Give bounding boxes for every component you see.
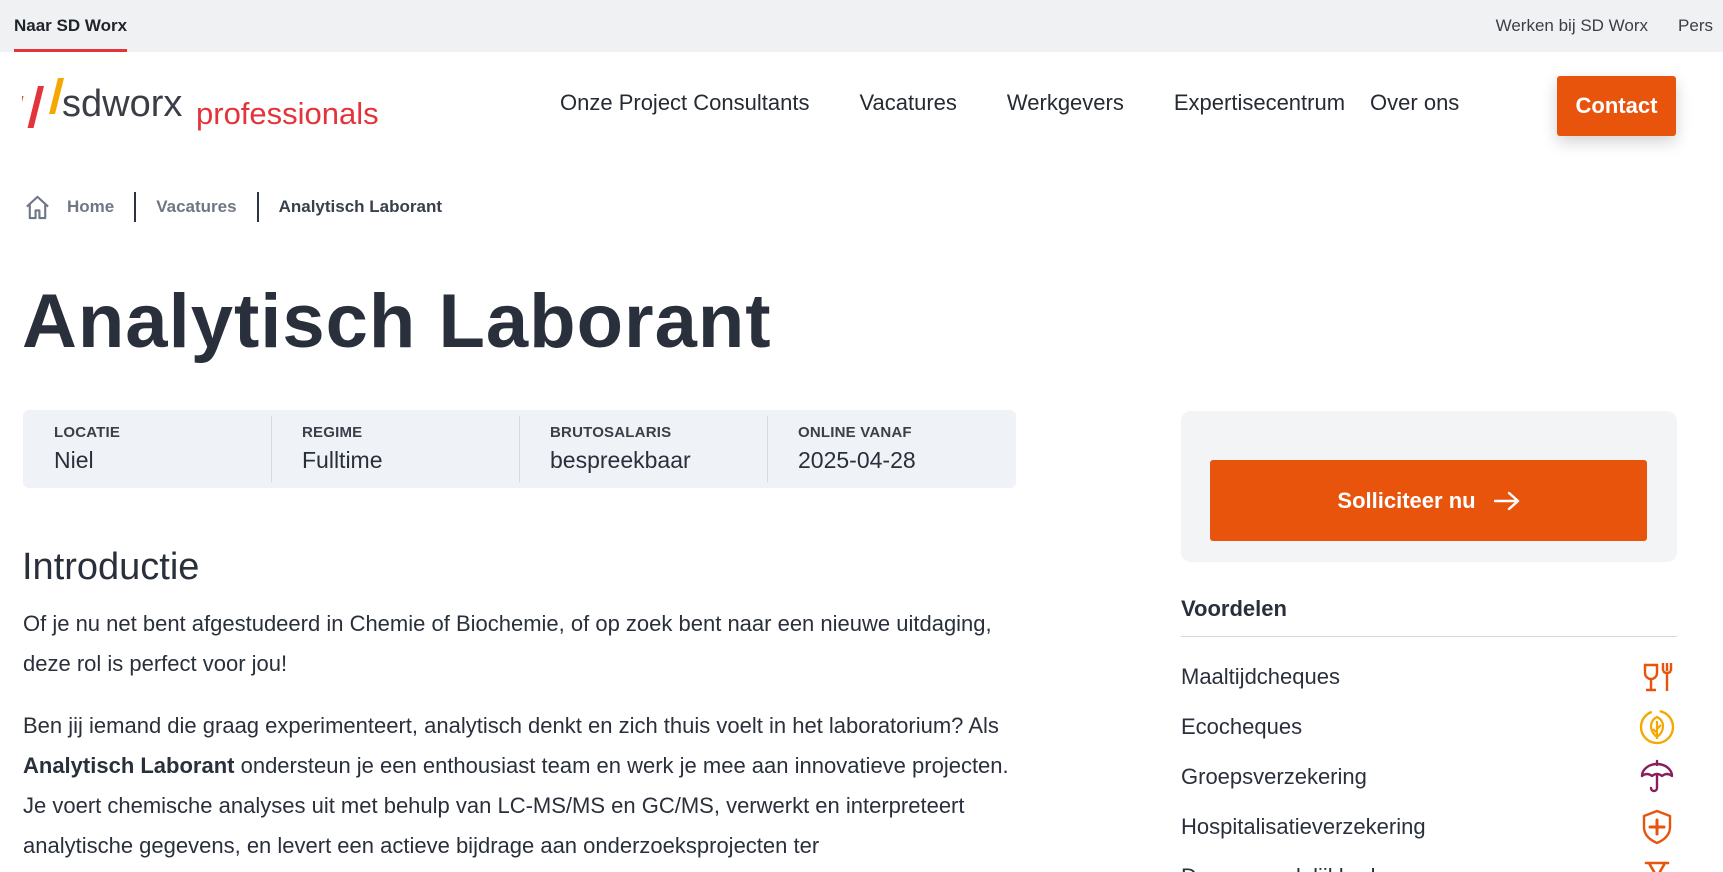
logo-text-main: sdworx [62, 83, 182, 125]
site-header: sdworx professionals Onze Project Consul… [0, 52, 1723, 162]
apply-card: Solliciteer nu [1181, 411, 1677, 562]
apply-button[interactable]: Solliciteer nu [1210, 460, 1647, 541]
voordelen-title: Voordelen [1181, 596, 1287, 621]
eco-leaf-icon [1639, 709, 1675, 745]
utility-bar: Naar SD Worx Werken bij SD Worx Pers [0, 0, 1723, 52]
info-label: ONLINE VANAF [798, 424, 912, 441]
intro-paragraph-1: Of je nu net bent afgestudeerd in Chemie… [23, 611, 992, 676]
nav-onze-project-consultants[interactable]: Onze Project Consultants [560, 90, 809, 116]
nav-werkgevers[interactable]: Werkgevers [1007, 90, 1124, 116]
main-nav: Onze Project Consultants Vacatures Werkg… [560, 90, 1509, 116]
benefit-item: Ecocheques [1181, 702, 1677, 752]
info-label: LOCATIE [54, 424, 121, 441]
meal-icon [1643, 663, 1673, 692]
contact-button[interactable]: Contact [1557, 76, 1676, 136]
werken-bij-link[interactable]: Werken bij SD Worx [1496, 16, 1648, 36]
breadcrumb: Home Vacatures Analytisch Laborant [24, 190, 462, 224]
home-icon[interactable] [24, 194, 51, 221]
info-locatie: LOCATIE Niel [23, 410, 271, 488]
info-value: bespreekbaar [550, 447, 691, 473]
info-value: 2025-04-28 [798, 447, 916, 473]
pers-link[interactable]: Pers [1678, 16, 1713, 36]
benefit-label: Maaltijdcheques [1181, 664, 1340, 689]
page-title: Analytisch Laborant [22, 279, 772, 364]
breadcrumb-vacatures[interactable]: Vacatures [134, 192, 256, 222]
logo-mark [22, 78, 65, 128]
benefit-item: Groepsverzekering [1181, 752, 1677, 802]
info-online-vanaf: ONLINE VANAF 2025-04-28 [767, 410, 1015, 488]
para2-bold-role: Analytisch Laborant [23, 753, 235, 778]
nav-vacatures[interactable]: Vacatures [859, 90, 956, 116]
para2-text-before: Ben jij iemand die graag experimenteert,… [23, 713, 999, 738]
benefit-item: Hospitalisatieverzekering [1181, 802, 1677, 852]
sdworx-professionals-logo[interactable]: sdworx professionals [22, 70, 382, 136]
info-regime: REGIME Fulltime [271, 410, 519, 488]
info-label: REGIME [302, 424, 363, 441]
breadcrumb-home[interactable]: Home [67, 192, 134, 222]
intro-heading: Introductie [22, 546, 200, 588]
nav-over-ons[interactable]: Over ons [1370, 90, 1459, 116]
benefit-list: Maaltijdcheques Ecocheques Groepsverzeke… [1181, 652, 1677, 872]
logo-text-sub: professionals [196, 96, 379, 131]
benefit-label: Ecocheques [1181, 714, 1303, 739]
info-value: Niel [54, 447, 94, 473]
info-value: Fulltime [302, 447, 383, 473]
job-info-box: LOCATIE Niel REGIME Fulltime BRUTOSALARI… [23, 410, 1016, 488]
intro-paragraph-2: Ben jij iemand die graag experimenteert,… [23, 706, 1023, 866]
breadcrumb-current: Analytisch Laborant [256, 192, 462, 222]
hourglass-icon [1644, 861, 1670, 872]
apply-button-label: Solliciteer nu [1337, 487, 1476, 513]
nav-expertisecentrum[interactable]: Expertisecentrum [1174, 90, 1345, 116]
benefit-label: Hospitalisatieverzekering [1181, 814, 1426, 839]
benefit-item: Maaltijdcheques [1181, 652, 1677, 702]
benefit-item: Dagvergoedelijkheden [1181, 852, 1677, 872]
benefit-label: Dagvergoedelijkheden [1181, 864, 1400, 872]
utility-links: Werken bij SD Worx Pers [1496, 0, 1723, 52]
arrow-right-icon [1493, 491, 1519, 510]
benefit-label: Groepsverzekering [1181, 764, 1367, 789]
voordelen-divider [1181, 636, 1677, 637]
naar-sd-worx-link[interactable]: Naar SD Worx [14, 0, 128, 52]
medical-shield-icon [1642, 809, 1672, 845]
umbrella-icon [1640, 759, 1674, 793]
info-brutosalaris: BRUTOSALARIS bespreekbaar [519, 410, 767, 488]
info-label: BRUTOSALARIS [550, 424, 672, 441]
